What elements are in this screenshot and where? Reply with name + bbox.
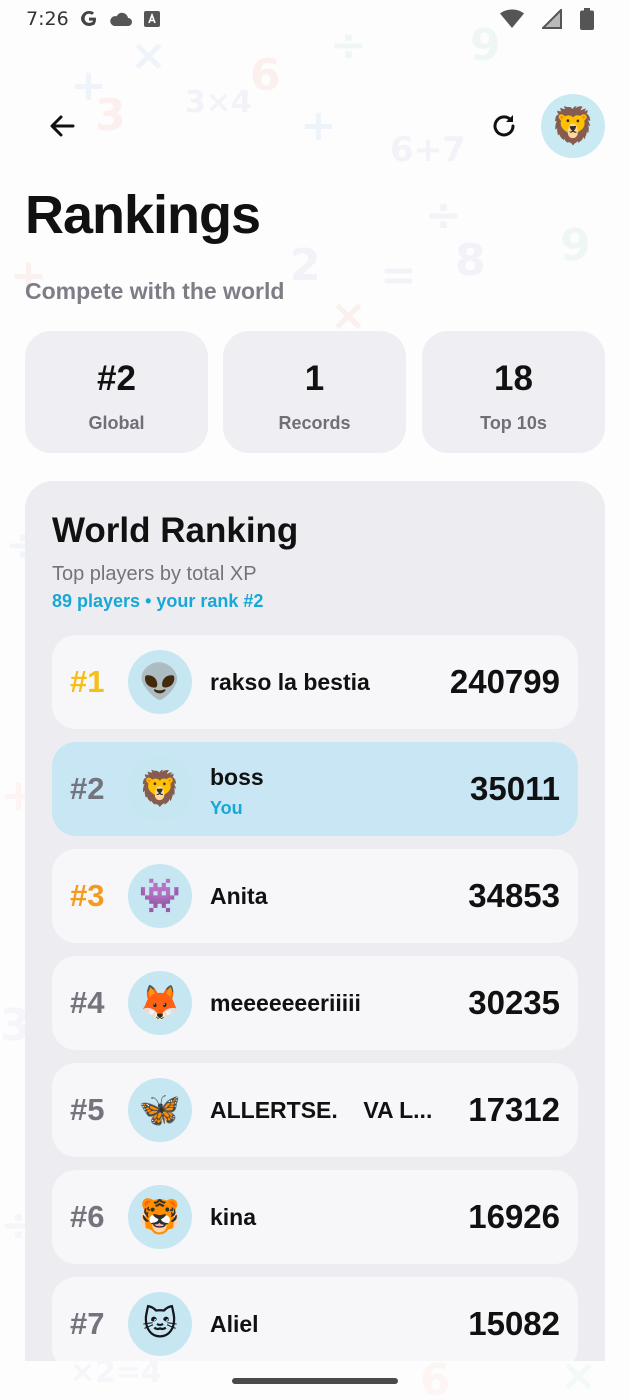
player-name: rakso la bestia	[210, 669, 370, 695]
player-avatar: 🦁	[128, 757, 192, 821]
ranking-row[interactable]: #6 🐯 kina 16926	[52, 1170, 578, 1264]
player-name: kina	[210, 1204, 257, 1230]
status-time: 7:26	[26, 8, 69, 30]
rank-number: #6	[70, 1199, 105, 1234]
ranking-subtitle: Top players by total XP	[52, 563, 257, 585]
text-icon	[143, 10, 161, 28]
rankings-screen: + × 6 ÷ 9 3 3×4 + 6+7 ÷ 9 2 = 8 + × ÷ + …	[0, 0, 630, 1400]
rank-number: #7	[70, 1306, 105, 1341]
stat-card-records: 1 Records	[223, 331, 406, 453]
player-avatar: 👽	[128, 650, 192, 714]
stat-label: Records	[278, 413, 351, 433]
rank-number: #4	[70, 985, 105, 1020]
stat-value: #2	[97, 359, 136, 398]
player-name: Aliel	[210, 1311, 259, 1337]
player-score: 30235	[468, 984, 560, 1021]
stat-card-global: #2 Global	[25, 331, 208, 453]
stat-label: Top 10s	[480, 413, 547, 433]
stat-label: Global	[88, 413, 145, 433]
ranking-row[interactable]: #1 👽 rakso la bestia 240799	[52, 635, 578, 729]
ranking-row[interactable]: #7 🐱 Aliel 15082	[52, 1277, 578, 1361]
ranking-row[interactable]: #3 👾 Anita 34853	[52, 849, 578, 943]
you-badge: You	[210, 798, 243, 818]
player-score: 16926	[468, 1198, 560, 1235]
page-title: Rankings	[25, 185, 261, 245]
ranking-title: World Ranking	[52, 511, 299, 550]
player-avatar: 👾	[128, 864, 192, 928]
status-bar: 7:26	[0, 0, 630, 38]
player-name: meeeeeeeriiiii	[210, 990, 361, 1016]
back-button[interactable]	[40, 104, 84, 148]
rank-number: #5	[70, 1092, 105, 1127]
player-score: 17312	[468, 1091, 560, 1128]
player-avatar: 🐯	[128, 1185, 192, 1249]
page-subtitle: Compete with the world	[25, 278, 285, 304]
rank-number: #1	[70, 664, 105, 699]
player-score: 34853	[468, 877, 560, 914]
signal-icon	[542, 9, 562, 29]
ranking-list: #1 👽 rakso la bestia 240799 #2 🦁 boss Yo…	[52, 635, 578, 1361]
player-name: boss	[210, 764, 264, 790]
ranking-row-current-user[interactable]: #2 🦁 boss You 35011	[52, 742, 578, 836]
player-score: 240799	[449, 663, 560, 700]
stat-value: 1	[304, 359, 325, 398]
ranking-row[interactable]: #4 🦊 meeeeeeeriiiii 30235	[52, 956, 578, 1050]
ranking-row[interactable]: #5 🦋 ALLERTSE. VA L... 17312	[52, 1063, 578, 1157]
rank-number: #2	[70, 771, 105, 806]
player-name: ALLERTSE. VA L...	[210, 1097, 433, 1123]
battery-icon	[580, 8, 594, 30]
refresh-button[interactable]	[482, 104, 526, 148]
rank-number: #3	[70, 878, 105, 913]
refresh-icon	[493, 115, 515, 137]
player-avatar: 🐱	[128, 1292, 192, 1356]
wifi-icon	[500, 9, 524, 29]
player-score: 35011	[470, 770, 560, 807]
cloud-icon	[109, 10, 133, 28]
player-score: 15082	[468, 1305, 560, 1342]
stat-value: 18	[494, 359, 533, 398]
stat-card-top10s: 18 Top 10s	[422, 331, 605, 453]
player-name: Anita	[210, 883, 268, 909]
home-indicator[interactable]	[232, 1378, 398, 1384]
google-icon	[79, 9, 99, 29]
profile-avatar-button[interactable]: 🦁	[541, 94, 605, 158]
player-avatar: 🦋	[128, 1078, 192, 1142]
world-ranking-panel: World Ranking Top players by total XP 89…	[25, 481, 605, 1361]
arrow-left-icon	[50, 115, 75, 137]
player-avatar: 🦊	[128, 971, 192, 1035]
ranking-meta: 89 players • your rank #2	[52, 591, 264, 611]
